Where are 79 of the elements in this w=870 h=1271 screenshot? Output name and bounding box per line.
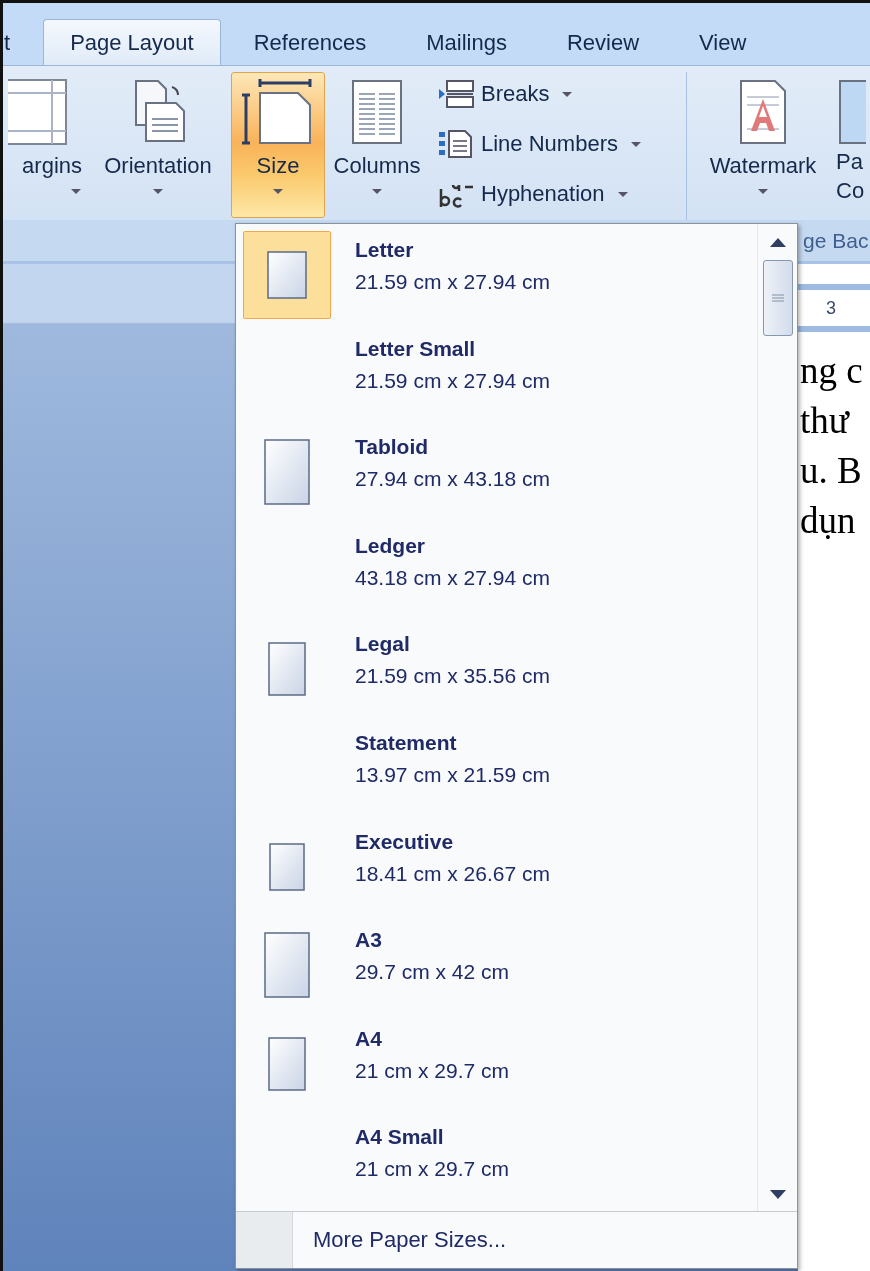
paper-size-item[interactable]: Letter 21.59 cm x 27.94 cm xyxy=(236,231,757,330)
document-text: thư xyxy=(800,399,851,443)
paper-dimensions: 13.97 cm x 21.59 cm xyxy=(355,761,550,788)
paper-size-item[interactable]: Legal 21.59 cm x 35.56 cm xyxy=(236,625,757,724)
caret-icon xyxy=(629,140,642,148)
paper-size-item[interactable]: Tabloid 27.94 cm x 43.18 cm xyxy=(236,428,757,527)
paper-name: Ledger xyxy=(355,532,426,559)
margins-button[interactable]: argins xyxy=(3,72,85,218)
paper-icon xyxy=(268,642,306,697)
caret-icon xyxy=(371,188,383,196)
paper-name: A4 xyxy=(355,1025,383,1052)
paper-icon xyxy=(269,842,305,891)
paper-icon xyxy=(268,1036,306,1091)
caret-icon xyxy=(616,190,629,198)
hyphenation-button[interactable]: Hyphenation xyxy=(433,172,646,216)
scroll-down-icon[interactable] xyxy=(768,1189,787,1201)
orientation-button[interactable]: Orientation xyxy=(85,72,231,218)
page-icon xyxy=(836,79,866,145)
paper-dimensions: 43.18 cm x 27.94 cm xyxy=(355,564,550,591)
numbered-page-icon xyxy=(437,129,475,159)
paper-dimensions: 21 cm x 29.7 cm xyxy=(355,1057,510,1084)
document-text: dụn xyxy=(800,499,857,543)
ribbon-tab[interactable]: Page Layout xyxy=(43,19,221,65)
document-text: ng c xyxy=(800,349,864,393)
breaks-icon xyxy=(437,79,475,109)
paper-dimensions: 29.7 cm x 42 cm xyxy=(355,959,510,986)
paper-name: A3 xyxy=(355,927,383,954)
ribbon-tab[interactable]: Mailings xyxy=(399,19,534,65)
paper-size-item[interactable]: Ledger 43.18 cm x 27.94 cm xyxy=(236,526,757,626)
paper-name: Statement xyxy=(355,729,458,756)
paper-dimensions: 21.59 cm x 35.56 cm xyxy=(355,663,550,690)
button-label: argins xyxy=(22,153,82,179)
paper-dimensions: 18.41 cm x 26.67 cm xyxy=(355,860,550,887)
caret-icon xyxy=(272,188,284,196)
line-numbers-button[interactable]: Line Numbers xyxy=(433,122,646,166)
paper-size-item[interactable]: Statement 13.97 cm x 21.59 cm xyxy=(236,723,757,823)
paper-name: Letter Small xyxy=(355,335,477,362)
paper-name: Letter xyxy=(355,237,415,263)
button-label: Size xyxy=(256,153,300,179)
ribbon-tab[interactable]: View xyxy=(672,19,774,65)
paper-dimensions: 21 cm x 29.7 cm xyxy=(355,1156,510,1183)
button-label: Columns xyxy=(333,153,421,179)
paper-icon xyxy=(264,932,310,999)
more-paper-sizes-item[interactable]: More Paper Sizes... xyxy=(293,1212,527,1268)
button-label: Orientation xyxy=(104,153,212,179)
watermark-button[interactable]: Watermark xyxy=(695,72,831,218)
group-label: ge Bac xyxy=(803,228,869,253)
columns-button[interactable]: Columns xyxy=(325,72,429,218)
caret-icon xyxy=(152,188,164,196)
page-margins-icon xyxy=(8,79,68,145)
paper-name: Legal xyxy=(355,631,411,658)
paper-dimensions: 27.94 cm x 43.18 cm xyxy=(355,466,550,493)
size-button[interactable]: Size xyxy=(231,72,325,218)
ribbon-tab[interactable]: Review xyxy=(539,19,667,65)
grip-icon xyxy=(771,294,784,302)
ruler: 3 xyxy=(798,284,870,332)
paper-dimensions: 21.59 cm x 27.94 cm xyxy=(355,367,550,394)
paper-name: A4 Small xyxy=(355,1124,445,1151)
scroll-up-icon[interactable] xyxy=(768,236,787,248)
ribbon-tab[interactable]: t xyxy=(3,19,32,65)
page-color-button[interactable]: Pa Co xyxy=(831,72,870,218)
paper-size-item[interactable]: A3 29.7 cm x 42 cm xyxy=(236,921,757,1020)
paper-icon xyxy=(264,439,310,506)
breaks-button[interactable]: Breaks xyxy=(433,72,646,116)
paper-name: Tabloid xyxy=(355,434,430,461)
caret-icon xyxy=(757,188,769,196)
paper-size-item[interactable]: Executive 18.41 cm x 26.67 cm xyxy=(236,822,757,922)
caret-icon xyxy=(70,188,82,196)
paper-size-item[interactable]: A4 21 cm x 29.7 cm xyxy=(236,1019,757,1119)
paper-size-item[interactable]: A4 Small 21 cm x 29.7 cm xyxy=(236,1118,757,1211)
paper-icon xyxy=(267,251,307,299)
document-text: u. B xyxy=(800,449,863,493)
menu-gutter xyxy=(236,1212,293,1268)
paper-dimensions: 21.59 cm x 27.94 cm xyxy=(355,269,550,295)
paper-size-item[interactable]: Letter Small 21.59 cm x 27.94 cm xyxy=(236,329,757,429)
paper-name: Executive xyxy=(355,828,455,855)
caret-icon xyxy=(561,90,574,98)
ribbon-tab[interactable]: References xyxy=(226,19,394,65)
scroll-thumb[interactable] xyxy=(762,260,793,336)
